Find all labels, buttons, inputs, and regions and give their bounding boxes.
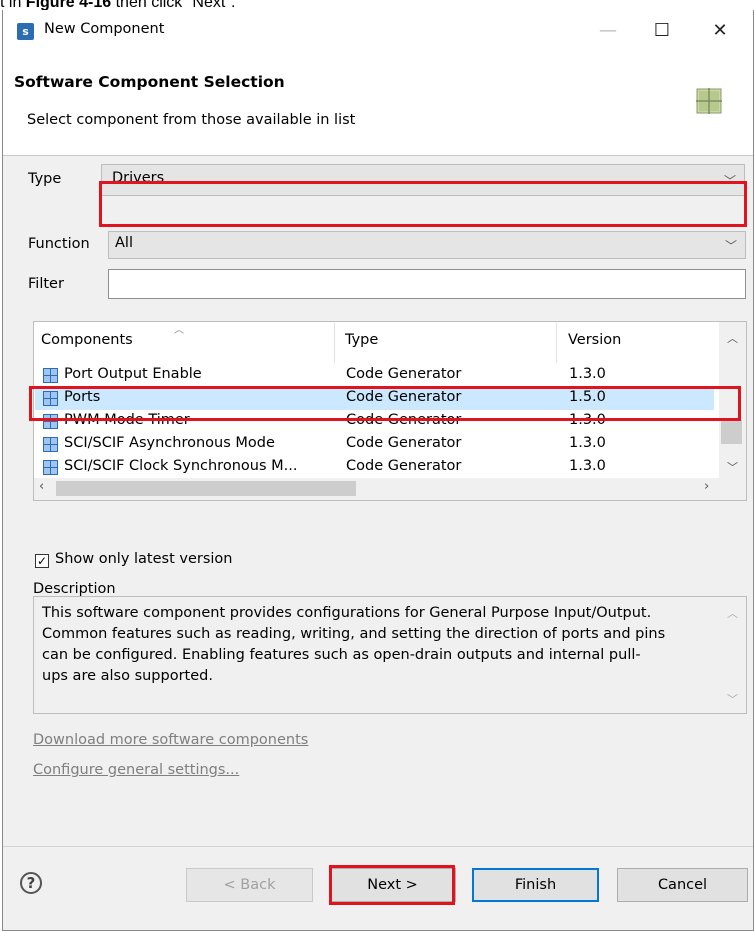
column-separator <box>334 323 335 363</box>
ports-highlight-box <box>29 386 741 421</box>
scroll-thumb[interactable] <box>721 420 742 444</box>
description-line: This software component provides configu… <box>42 605 652 621</box>
cancel-button[interactable]: Cancel <box>617 868 748 902</box>
function-combo[interactable]: All ﹀ <box>108 231 746 259</box>
component-version: 1.3.0 <box>569 366 606 382</box>
component-name: SCI/SCIF Clock Synchronous M... <box>64 458 298 474</box>
description-label: Description <box>33 581 116 597</box>
column-header-components[interactable]: Components <box>41 332 133 348</box>
scroll-right-icon[interactable]: › <box>704 479 709 494</box>
wizard-body: Type Drivers ﹀ Function All ﹀ Filter Com… <box>3 156 753 930</box>
page-subtitle: Select component from those available in… <box>27 112 356 128</box>
wizard-header: Software Component Selection Select comp… <box>3 50 753 156</box>
scroll-up-icon[interactable]: ︿ <box>727 330 738 346</box>
description-line: can be configured. Enabling features suc… <box>42 647 641 663</box>
component-name: SCI/SCIF Asynchronous Mode <box>64 435 275 451</box>
component-icon <box>43 368 58 383</box>
footer-divider <box>3 846 753 847</box>
scroll-left-icon[interactable]: ‹ <box>39 479 44 494</box>
description-box: This software component provides configu… <box>33 596 747 714</box>
new-component-dialog: s New Component — ☐ ✕ Software Component… <box>2 10 754 931</box>
close-button[interactable]: ✕ <box>697 16 743 46</box>
column-header-type[interactable]: Type <box>345 332 378 348</box>
finish-button[interactable]: Finish <box>472 868 599 902</box>
show-latest-checkbox[interactable]: ✓ <box>35 554 49 568</box>
chevron-down-icon: ﹀ <box>724 239 737 253</box>
function-combo-value: All <box>115 235 133 251</box>
help-icon[interactable]: ? <box>20 872 42 894</box>
maximize-button[interactable]: ☐ <box>639 16 685 46</box>
page-title: Software Component Selection <box>14 73 285 91</box>
sort-arrow-icon: ︿ <box>174 325 184 336</box>
type-label: Type <box>28 171 62 187</box>
type-highlight-box <box>99 181 747 227</box>
component-icon <box>43 460 58 475</box>
column-separator <box>556 323 557 363</box>
table-row[interactable]: Port Output Enable Code Generator 1.3.0 <box>35 364 714 387</box>
next-highlight-box <box>329 865 455 905</box>
component-name: Port Output Enable <box>64 366 202 382</box>
function-label: Function <box>28 236 90 252</box>
download-components-link[interactable]: Download more software components <box>33 732 308 748</box>
scroll-down-icon[interactable]: ﹀ <box>727 459 738 475</box>
minimize-button[interactable]: — <box>585 16 631 46</box>
back-button[interactable]: < Back <box>186 868 313 902</box>
description-line: Common features such as reading, writing… <box>42 626 666 642</box>
description-line: ups are also supported. <box>42 668 213 684</box>
horizontal-scrollbar[interactable]: ‹ › <box>34 478 746 500</box>
show-latest-label: Show only latest version <box>55 551 233 567</box>
scroll-down-icon[interactable]: ﹀ <box>727 691 738 707</box>
filter-input[interactable] <box>108 269 746 299</box>
component-type: Code Generator <box>346 366 462 382</box>
component-version: 1.3.0 <box>569 458 606 474</box>
component-type: Code Generator <box>346 458 462 474</box>
table-row[interactable]: SCI/SCIF Clock Synchronous M... Code Gen… <box>35 456 714 479</box>
title-bar: s New Component — ☐ ✕ <box>3 10 753 50</box>
table-row[interactable]: SCI/SCIF Asynchronous Mode Code Generato… <box>35 433 714 456</box>
configure-settings-link[interactable]: Configure general settings... <box>33 762 239 778</box>
hscroll-thumb[interactable] <box>56 481 356 496</box>
app-icon: s <box>17 23 34 40</box>
filter-label: Filter <box>28 276 64 292</box>
scroll-up-icon[interactable]: ︿ <box>727 605 738 621</box>
component-grid-icon <box>696 88 722 114</box>
component-type: Code Generator <box>346 435 462 451</box>
component-version: 1.3.0 <box>569 435 606 451</box>
window-title: New Component <box>44 21 165 37</box>
column-header-version[interactable]: Version <box>568 332 621 348</box>
component-icon <box>43 437 58 452</box>
